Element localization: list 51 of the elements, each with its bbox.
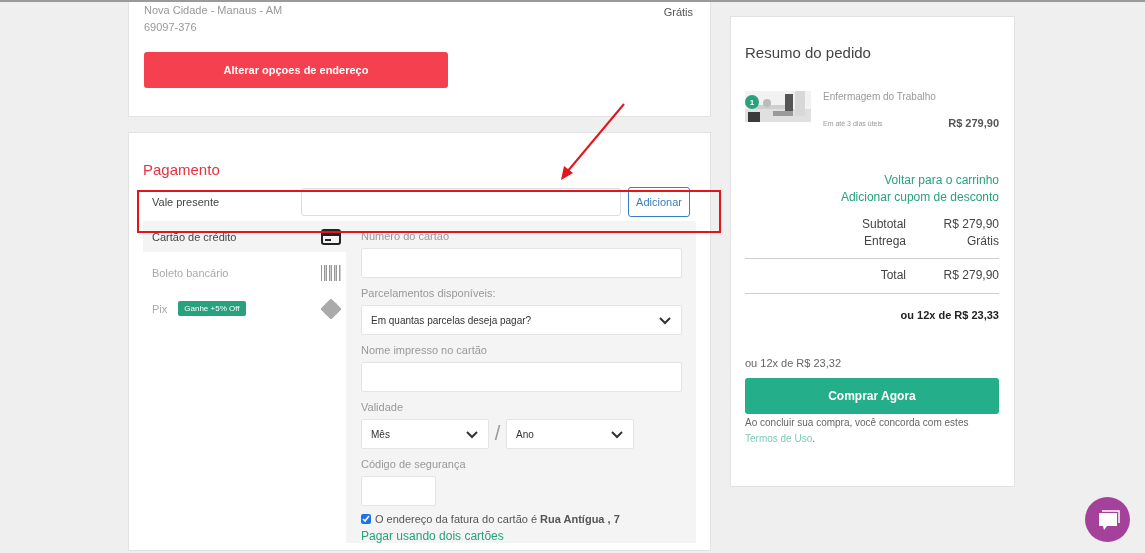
chevron-down-icon bbox=[658, 314, 672, 326]
field-label: Vale presente bbox=[152, 196, 221, 208]
shipping-price: Grátis bbox=[663, 6, 693, 20]
address-line: Nova Cidade - Manaus - AM bbox=[144, 3, 283, 18]
credit-card-icon bbox=[321, 228, 341, 245]
buy-button[interactable]: Comprar Agora bbox=[745, 378, 999, 414]
billing-address-text: O endereço da fatura do cartão é Rua Antígua , 7 bbox=[375, 513, 620, 525]
method-label: Cartão de crédito bbox=[152, 230, 237, 243]
barcode-icon bbox=[321, 264, 341, 281]
installment-text: ou 12x de R$ 23,33 bbox=[899, 309, 999, 321]
field-label: Código de segurança bbox=[361, 457, 467, 472]
total-label: Subtotal bbox=[861, 216, 906, 233]
total-label: Entrega bbox=[863, 233, 906, 250]
summary-link[interactable]: Voltar para o carrinho bbox=[884, 173, 999, 187]
gift-card-field[interactable] bbox=[301, 188, 621, 216]
field-label: Validade bbox=[361, 400, 404, 415]
total-value: R$ 279,90 bbox=[942, 267, 999, 284]
change-address-button[interactable]: Alterar opçoes de endereço bbox=[144, 52, 448, 88]
two-cards-link[interactable]: Pagar usando dois cartões bbox=[361, 529, 504, 543]
payment-method-tab[interactable]: Pix Ganhe +5% Off bbox=[143, 293, 346, 324]
field-label: Parcelamentos disponíveis: bbox=[361, 286, 497, 301]
chat-button[interactable] bbox=[1085, 497, 1130, 542]
terms-text: Ao concluir sua compra, você concorda com estes Termos de Uso. bbox=[745, 416, 970, 446]
input-field[interactable] bbox=[361, 362, 682, 392]
method-label: Pix bbox=[152, 302, 168, 315]
checkbox[interactable] bbox=[361, 514, 371, 524]
dropdown[interactable]: Mês bbox=[361, 419, 489, 449]
summary-title: Resumo do pedido bbox=[745, 43, 872, 62]
payment-method-tab[interactable]: Boleto bancário bbox=[143, 257, 346, 288]
input-field[interactable] bbox=[361, 476, 436, 506]
discount-badge: Ganhe +5% Off bbox=[178, 301, 246, 316]
separator: / bbox=[493, 421, 502, 446]
field-label: Nome impresso no cartão bbox=[361, 343, 488, 358]
input-field[interactable] bbox=[361, 248, 682, 278]
add-button[interactable]: Adicionar bbox=[628, 187, 690, 217]
dropdown[interactable]: Ano bbox=[506, 419, 634, 449]
total-label: Total bbox=[880, 267, 906, 284]
payment-method-tab[interactable]: Cartão de crédito bbox=[143, 221, 346, 252]
product-price: R$ 279,90 bbox=[948, 117, 999, 129]
method-label: Boleto bancário bbox=[152, 266, 229, 279]
product-name: Enfermagem do Trabalho bbox=[823, 91, 937, 102]
chevron-down-icon bbox=[610, 428, 624, 440]
chevron-down-icon bbox=[465, 428, 479, 440]
installment-text: ou 12x de R$ 23,32 bbox=[745, 357, 843, 369]
summary-link[interactable]: Adicionar cupom de desconto bbox=[840, 190, 999, 204]
dropdown[interactable]: Em quantas parcelas deseja pagar? bbox=[361, 305, 682, 335]
total-value: R$ 279,90 bbox=[942, 216, 999, 233]
address-line: 69097-376 bbox=[144, 20, 198, 35]
section-title: Pagamento bbox=[143, 160, 220, 179]
diamond-icon bbox=[321, 298, 341, 319]
total-value: Grátis bbox=[966, 233, 999, 250]
